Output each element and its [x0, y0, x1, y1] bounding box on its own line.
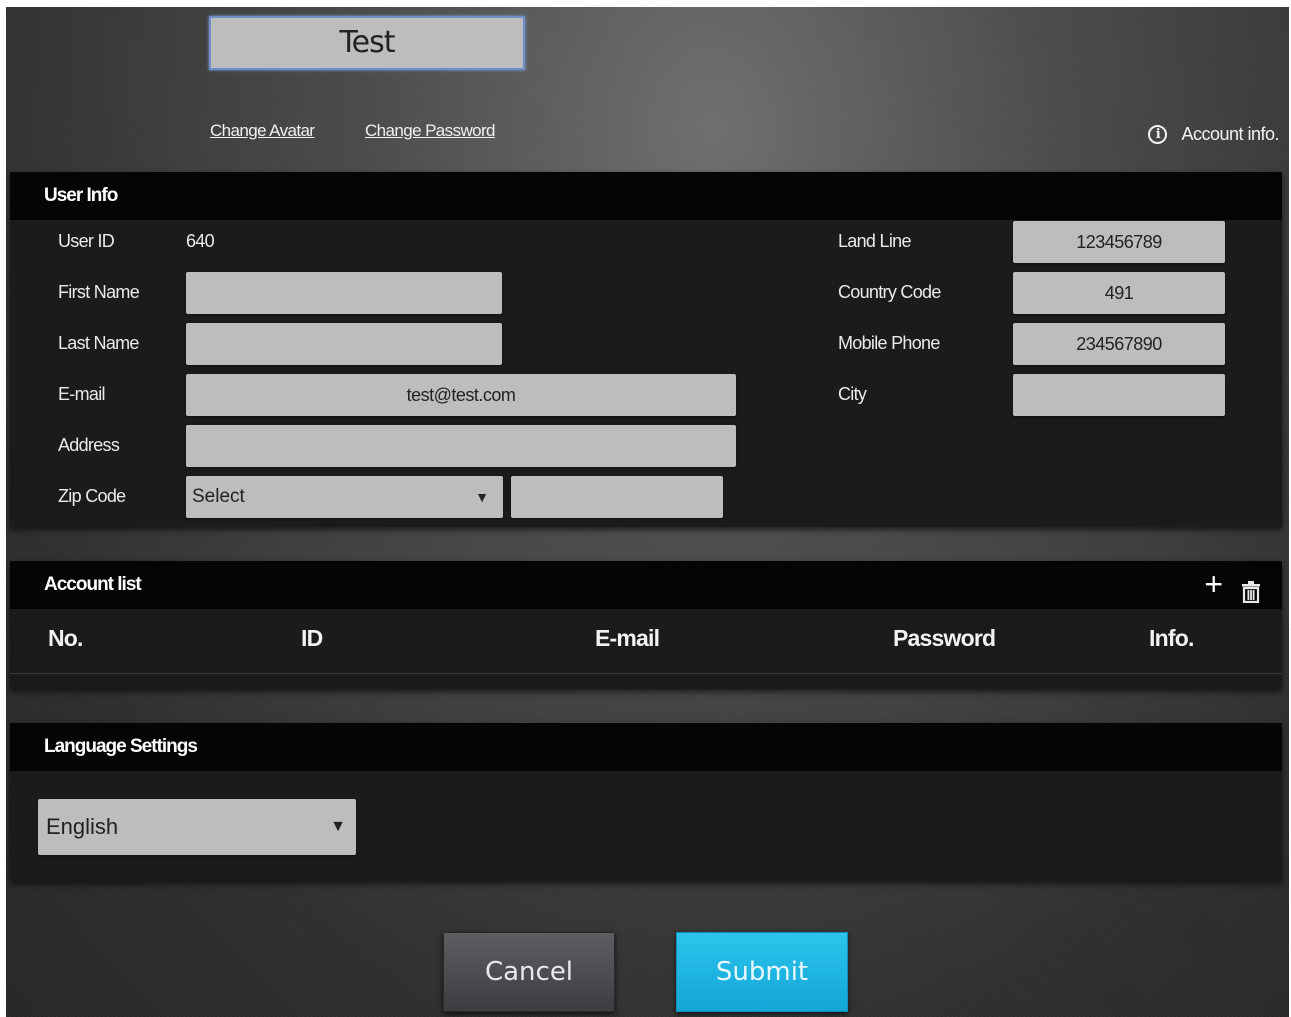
info-icon: i [1148, 125, 1168, 144]
column-header-password[interactable]: Password [893, 625, 996, 652]
account-list-header: Account list + [10, 561, 1282, 609]
change-password-link[interactable]: Change Password [365, 121, 496, 141]
user-id-value: 640 [186, 231, 215, 251]
mobile-phone-label: Mobile Phone [838, 333, 940, 353]
username-display[interactable]: Test [209, 16, 525, 70]
column-header-email[interactable]: E-mail [595, 625, 660, 652]
add-icon[interactable]: + [1204, 561, 1223, 607]
city-label: City [838, 384, 867, 404]
column-header-no[interactable]: No. [48, 625, 83, 652]
last-name-label: Last Name [58, 333, 139, 353]
language-settings-panel: Language Settings English ▼ [10, 723, 1282, 881]
zip-code-select[interactable]: Select ▼ [186, 476, 503, 518]
chevron-down-icon: ▼ [330, 818, 346, 835]
cancel-button[interactable]: Cancel [443, 932, 615, 1012]
zip-select-value: Select [192, 486, 245, 507]
mobile-phone-input[interactable]: 234567890 [1013, 323, 1225, 365]
table-divider [10, 673, 1282, 674]
last-name-input[interactable] [186, 323, 502, 365]
zip-code-input[interactable] [511, 476, 723, 518]
land-line-input[interactable]: 123456789 [1013, 221, 1225, 263]
address-input[interactable] [186, 425, 736, 467]
account-list-title: Account list [44, 574, 142, 595]
change-avatar-link[interactable]: Change Avatar [210, 121, 315, 141]
language-select-value: English [46, 814, 119, 839]
email-input[interactable]: test@test.com [186, 374, 736, 416]
submit-button[interactable]: Submit [676, 932, 848, 1012]
zip-code-label: Zip Code [58, 486, 126, 506]
email-label: E-mail [58, 384, 106, 404]
account-list-panel: Account list + No. ID E-mail Password In… [10, 561, 1282, 689]
user-id-label: User ID [58, 231, 115, 251]
first-name-input[interactable] [186, 272, 502, 314]
chevron-down-icon: ▼ [475, 489, 489, 505]
city-input[interactable] [1013, 374, 1225, 416]
column-header-info[interactable]: Info. [1149, 625, 1194, 652]
country-code-input[interactable]: 491 [1013, 272, 1225, 314]
account-info-link[interactable]: i Account info. [1148, 124, 1279, 145]
account-info-label: Account info. [1181, 124, 1279, 144]
user-info-title: User Info [10, 172, 1282, 220]
address-label: Address [58, 435, 120, 455]
language-settings-title: Language Settings [10, 723, 1282, 771]
column-header-id[interactable]: ID [301, 625, 323, 652]
settings-screen: Test Change Avatar Change Password i Acc… [6, 7, 1289, 1017]
language-select[interactable]: English ▼ [38, 799, 356, 855]
first-name-label: First Name [58, 282, 140, 302]
land-line-label: Land Line [838, 231, 911, 251]
country-code-label: Country Code [838, 282, 941, 302]
user-info-panel: User Info User ID 640 First Name Last Na… [10, 172, 1282, 527]
trash-icon[interactable] [1242, 574, 1260, 622]
